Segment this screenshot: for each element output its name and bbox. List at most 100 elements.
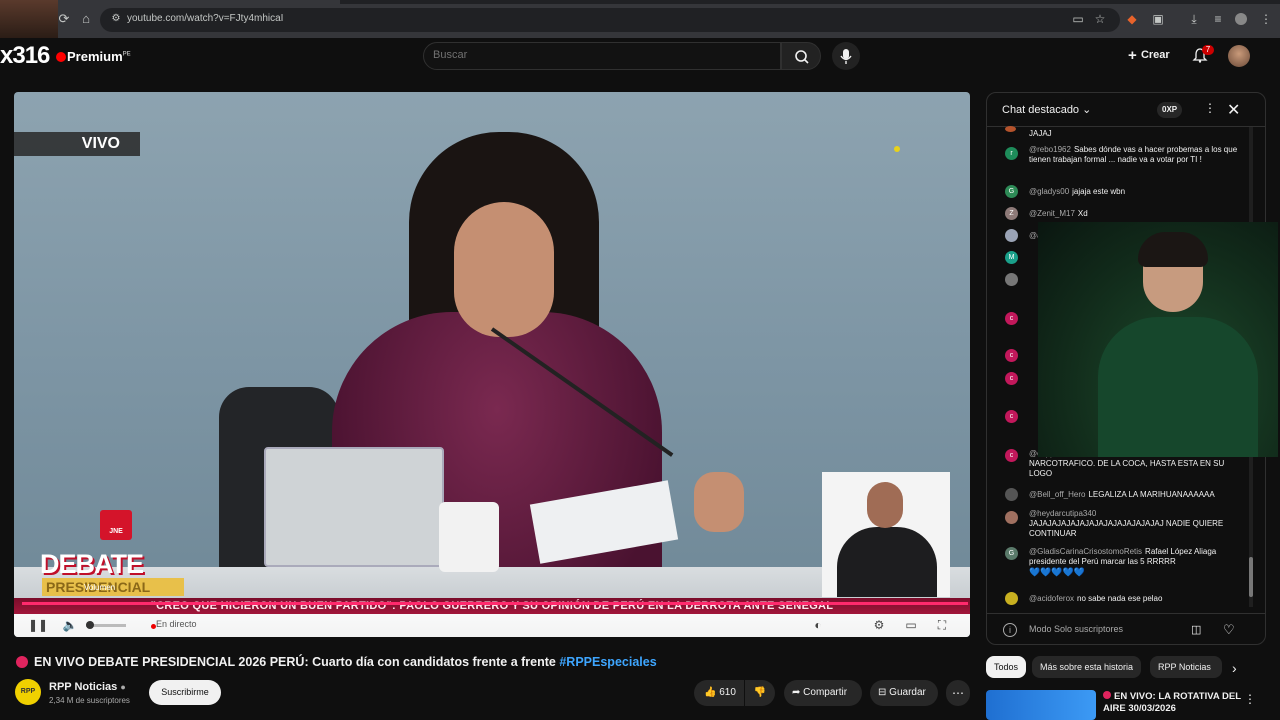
extension-icon[interactable]: ◆	[1125, 12, 1139, 26]
voice-search-button[interactable]	[832, 42, 860, 70]
volume-knob[interactable]	[86, 621, 94, 629]
close-chat-icon[interactable]: ✕	[1227, 100, 1240, 120]
settings-icon[interactable]: ⚙	[871, 617, 887, 633]
theater-mode-icon[interactable]: ▭	[903, 617, 919, 633]
chat-author[interactable]: @rebo1962	[1029, 145, 1071, 154]
pause-icon[interactable]: ❚❚	[28, 617, 48, 633]
chat-avatar	[1005, 488, 1018, 501]
save-label: Guardar	[889, 687, 926, 698]
chat-author[interactable]: @heydarcutipa340	[1029, 509, 1096, 518]
youtube-logo-icon[interactable]	[56, 52, 66, 62]
video-player[interactable]: VIVO JNE DEBATE PRESIDENCIAL Volumen "CR…	[14, 92, 970, 637]
chat-message: @Zenit_M17 Xd	[1029, 209, 1239, 219]
media-control-icon[interactable]: ≡	[1211, 12, 1225, 26]
chat-author[interactable]: @GladisCarinaCrisostomoRetis	[1029, 547, 1142, 556]
chat-avatar: G	[1005, 547, 1018, 560]
notification-badge: 7	[1202, 45, 1214, 55]
streamer-webcam	[1038, 222, 1278, 457]
extensions-puzzle-icon[interactable]: ▣	[1151, 12, 1165, 26]
related-menu-icon[interactable]: ⋮	[1244, 692, 1256, 706]
chat-title: Chat destacado	[1002, 104, 1080, 116]
browser-menu-icon[interactable]: ⋮	[1259, 12, 1273, 26]
chip-more-story[interactable]: Más sobre esta historia	[1032, 656, 1142, 678]
chat-author[interactable]: @gladys00	[1029, 187, 1069, 196]
laptop	[264, 447, 444, 567]
like-button[interactable]: 👍 610	[694, 680, 744, 706]
related-thumbnail[interactable]	[986, 690, 1096, 720]
download-icon[interactable]: ⤓	[1187, 12, 1201, 26]
streamer-hair	[1138, 232, 1208, 267]
info-icon[interactable]: i	[1003, 623, 1017, 637]
channel-avatar[interactable]: RPP	[15, 679, 41, 705]
chat-avatar	[1005, 273, 1018, 286]
xp-badge[interactable]: 0XP	[1157, 102, 1183, 118]
home-icon[interactable]: ⌂	[78, 11, 94, 27]
related-video-title[interactable]: EN VIVO: LA ROTATIVA DEL AIRE 30/03/2026	[1103, 691, 1243, 715]
account-avatar[interactable]	[1228, 45, 1250, 67]
chat-text: JAJAJAJAJAJAJAJAJAJAJAJAJAJAJ NADIE QUIE…	[1029, 519, 1224, 538]
subscriber-count: 2,34 M de suscriptores	[49, 696, 130, 705]
autoplay-toggle-icon[interactable]: ◐	[810, 617, 826, 633]
chat-avatar	[1005, 592, 1018, 605]
subscribers-only-notice: Modo Solo suscriptores	[1029, 624, 1124, 634]
bookmark-icon: ⊟	[878, 687, 890, 698]
volume-icon[interactable]: 🔈	[62, 617, 78, 633]
anchor-face	[454, 202, 554, 337]
chat-mode-dropdown[interactable]: Chat destacado ⌄	[1002, 103, 1091, 116]
chat-author[interactable]: @Bell_off_Hero	[1029, 490, 1085, 499]
share-icon: ➦	[792, 687, 804, 698]
youtube-logo[interactable]: PremiumPE	[67, 49, 131, 64]
chat-message: JAJAJ	[1029, 129, 1239, 139]
streamer-body	[1098, 317, 1258, 457]
thumbs-down-icon: 👎	[753, 687, 767, 698]
save-button[interactable]: ⊟ Guardar	[870, 680, 938, 706]
chevron-right-icon[interactable]: ›	[1232, 660, 1237, 676]
tab-strip	[340, 0, 1280, 4]
like-count: 610	[719, 687, 736, 698]
chat-message: @heydarcutipa340 JAJAJAJAJAJAJAJAJAJAJAJA…	[1029, 509, 1239, 539]
reload-icon[interactable]: ⟳	[56, 11, 72, 27]
chat-text: jajaja este wbn	[1072, 187, 1126, 196]
chat-header: Chat destacado ⌄ 0XP ⋮ ✕	[987, 93, 1265, 127]
chat-footer: i Modo Solo suscriptores ◫ ♡	[987, 613, 1265, 644]
live-red-dot-icon	[1103, 691, 1111, 699]
search-button[interactable]	[781, 42, 821, 70]
hashtag-link[interactable]: #RPPEspeciales	[559, 655, 656, 669]
heart-emojis: 💙💙💙💙💙	[1029, 567, 1086, 577]
chat-avatar: Z	[1005, 207, 1018, 220]
fullscreen-icon[interactable]: ⛶	[934, 617, 950, 633]
chat-text: JAJAJ	[1029, 129, 1052, 138]
chevron-down-icon: ⌄	[1082, 104, 1092, 116]
verified-icon: ●	[120, 682, 126, 692]
chat-author[interactable]: @acidoferox	[1029, 594, 1074, 603]
chat-layout-icon[interactable]: ◫	[1191, 623, 1207, 637]
chat-avatar: r	[1005, 147, 1018, 160]
channel-name[interactable]: RPP Noticias ●	[49, 681, 126, 693]
live-status[interactable]: En directo	[156, 619, 197, 629]
more-actions-button[interactable]: ⋯	[946, 680, 970, 706]
share-button[interactable]: ➦ Compartir	[784, 680, 862, 706]
chat-text: LEGALIZA LA MARIHUANAAAAAA	[1088, 490, 1215, 499]
player-controls: ❚❚ 🔈 En directo ◐ ⚙ ▭ ⛶	[14, 614, 970, 637]
news-ticker: "CREO QUE HICIERON UN BUEN PARTIDO": PAO…	[14, 598, 970, 614]
profile-icon[interactable]	[1235, 13, 1247, 25]
chat-menu-icon[interactable]: ⋮	[1204, 101, 1216, 115]
search-input[interactable]	[423, 42, 781, 70]
chat-author[interactable]: @Zenit_M17	[1029, 209, 1075, 218]
heart-reaction-icon[interactable]: ♡	[1223, 622, 1239, 638]
site-info-icon[interactable]: ⚙	[108, 11, 124, 27]
create-button[interactable]: + Crear	[1128, 47, 1170, 64]
bookmark-star-icon[interactable]: ☆	[1093, 12, 1107, 26]
dislike-button[interactable]: 👎	[745, 680, 775, 706]
search-icon	[795, 50, 809, 64]
chip-channel[interactable]: RPP Noticias	[1150, 656, 1222, 678]
progress-bar[interactable]	[22, 602, 968, 605]
chat-scroll-thumb[interactable]	[1249, 557, 1253, 597]
video-title: EN VIVO DEBATE PRESIDENCIAL 2026 PERÚ: C…	[16, 655, 657, 669]
channel-name-text: RPP Noticias	[49, 681, 118, 693]
subscribe-button[interactable]: Suscribirme	[149, 680, 221, 705]
chip-all[interactable]: Todos	[986, 656, 1027, 678]
video-title-text: EN VIVO DEBATE PRESIDENCIAL 2026 PERÚ: C…	[34, 655, 556, 669]
cast-icon[interactable]: ▭	[1071, 12, 1085, 26]
interpreter-body	[837, 527, 937, 597]
